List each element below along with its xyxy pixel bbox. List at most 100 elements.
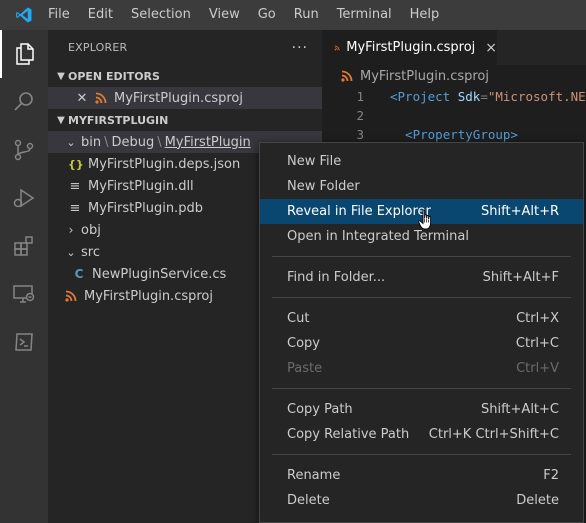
menu-item-label: Find in Folder... xyxy=(287,270,386,285)
breadcrumb-debug: Debug xyxy=(111,134,155,150)
sidebar-title: EXPLORER xyxy=(68,41,128,54)
file-label: MyFirstPlugin.deps.json xyxy=(88,156,241,172)
menu-item-shortcut: Ctrl+K Ctrl+Shift+C xyxy=(428,427,559,442)
menu-item-label: Rename xyxy=(287,468,341,483)
menu-separator xyxy=(272,297,571,298)
rss-icon xyxy=(95,92,107,104)
code-tag: <Project xyxy=(390,89,451,104)
menu-separator xyxy=(272,454,571,455)
breadcrumb-file: MyFirstPlugin.csproj xyxy=(360,68,489,84)
menu-item-shortcut: Shift+Alt+F xyxy=(482,270,559,285)
chevron-down-icon: ⌄ xyxy=(66,245,76,259)
chevron-down-icon: ⌄ xyxy=(66,135,76,149)
menu-bar: File Edit Selection View Go Run Terminal… xyxy=(48,0,448,30)
menu-item-shortcut: Delete xyxy=(516,493,559,508)
menu-item-find-in-folder[interactable]: Find in Folder... Shift+Alt+F xyxy=(260,265,583,290)
code-string: "Microsoft.NE xyxy=(487,89,586,104)
breadcrumb-separator: \ xyxy=(157,134,162,150)
csharp-icon: C xyxy=(74,267,84,281)
code-line: 2 xyxy=(322,106,586,125)
rss-icon xyxy=(65,290,77,302)
open-editors-header[interactable]: ▼ OPEN EDITORS xyxy=(48,65,322,87)
file-label: NewPluginService.cs xyxy=(92,266,227,282)
chevron-right-icon: › xyxy=(68,223,74,237)
json-icon: {} xyxy=(68,157,84,171)
open-editors-title: OPEN EDITORS xyxy=(68,69,160,83)
source-control-icon[interactable] xyxy=(0,126,48,174)
activity-bar xyxy=(0,30,48,523)
menu-item-shortcut: Ctrl+X xyxy=(516,311,559,326)
menu-item-label: New Folder xyxy=(287,179,360,194)
remote-explorer-icon[interactable] xyxy=(0,270,48,318)
close-icon[interactable]: × xyxy=(485,40,497,56)
file-lines-icon: ≡ xyxy=(69,178,81,194)
menu-item-label: Open in Integrated Terminal xyxy=(287,229,469,244)
menu-item-new-file[interactable]: New File xyxy=(260,149,583,174)
menu-item-cut[interactable]: Cut Ctrl+X xyxy=(260,306,583,331)
menu-item-copy-relative-path[interactable]: Copy Relative Path Ctrl+K Ctrl+Shift+C xyxy=(260,422,583,447)
menu-item-delete[interactable]: Delete Delete xyxy=(260,488,583,513)
context-menu: New File New Folder Reveal in File Explo… xyxy=(259,142,584,523)
explorer-icon[interactable] xyxy=(0,30,48,78)
open-editor-label: MyFirstPlugin.csproj xyxy=(114,90,243,106)
vscode-logo-icon xyxy=(0,0,48,30)
menu-selection[interactable]: Selection xyxy=(122,0,200,30)
sidebar-header: EXPLORER ··· xyxy=(48,30,322,65)
file-label: MyFirstPlugin.csproj xyxy=(84,288,213,304)
menu-item-new-folder[interactable]: New Folder xyxy=(260,174,583,199)
menu-edit[interactable]: Edit xyxy=(79,0,122,30)
project-header[interactable]: ▼ MYFIRSTPLUGIN xyxy=(48,109,322,131)
folder-label: obj xyxy=(81,222,101,238)
menu-item-label: Paste xyxy=(287,361,323,376)
file-label: MyFirstPlugin.pdb xyxy=(88,200,203,216)
title-bar: File Edit Selection View Go Run Terminal… xyxy=(0,0,586,30)
menu-help[interactable]: Help xyxy=(401,0,449,30)
menu-item-label: Copy Path xyxy=(287,402,353,417)
rss-icon xyxy=(341,70,353,82)
menu-item-copy-path[interactable]: Copy Path Shift+Alt+C xyxy=(260,397,583,422)
breadcrumb-separator: \ xyxy=(104,134,109,150)
menu-item-label: Cut xyxy=(287,311,310,326)
breadcrumb-myfirstplugin: MyFirstPlugin xyxy=(164,134,251,150)
menu-terminal[interactable]: Terminal xyxy=(328,0,401,30)
close-icon[interactable]: ✕ xyxy=(74,91,90,106)
rss-icon xyxy=(334,45,340,51)
code-attr: Sdk xyxy=(457,89,481,104)
menu-file[interactable]: File xyxy=(48,0,79,30)
code-line: 1 <Project Sdk="Microsoft.NE xyxy=(322,87,586,106)
menu-item-label: Copy Relative Path xyxy=(287,427,410,442)
extensions-icon[interactable] xyxy=(0,222,48,270)
file-label: MyFirstPlugin.dll xyxy=(88,178,194,194)
menu-separator xyxy=(272,388,571,389)
menu-go[interactable]: Go xyxy=(249,0,285,30)
hand-cursor-icon xyxy=(418,209,432,230)
menu-separator xyxy=(272,256,571,257)
menu-item-shortcut: Shift+Alt+R xyxy=(481,204,559,219)
menu-item-shortcut: Ctrl+V xyxy=(516,361,559,376)
chevron-down-icon: ▼ xyxy=(57,114,65,126)
project-title: MYFIRSTPLUGIN xyxy=(68,113,169,127)
menu-view[interactable]: View xyxy=(200,0,249,30)
menu-item-copy[interactable]: Copy Ctrl+C xyxy=(260,331,583,356)
line-number: 1 xyxy=(356,89,364,104)
tab-label: MyFirstPlugin.csproj xyxy=(346,40,476,55)
file-lines-icon: ≡ xyxy=(69,200,81,216)
folder-label: src xyxy=(81,244,100,260)
tab-myfirstplugin-csproj[interactable]: MyFirstPlugin.csproj × xyxy=(322,30,497,65)
code-punct: = xyxy=(480,89,488,104)
menu-item-shortcut: Ctrl+C xyxy=(515,336,559,351)
more-actions-icon[interactable]: ··· xyxy=(292,40,308,56)
menu-item-rename[interactable]: Rename F2 xyxy=(260,463,583,488)
run-debug-icon[interactable] xyxy=(0,174,48,222)
menu-item-paste: Paste Ctrl+V xyxy=(260,356,583,381)
chevron-down-icon: ▼ xyxy=(57,70,65,82)
menu-item-shortcut: Shift+Alt+C xyxy=(480,402,559,417)
line-number: 2 xyxy=(356,108,364,123)
search-icon[interactable] xyxy=(0,78,48,126)
terminal-icon[interactable] xyxy=(0,318,48,366)
open-editor-item[interactable]: ✕ MyFirstPlugin.csproj xyxy=(48,87,322,109)
menu-item-shortcut: F2 xyxy=(543,468,559,483)
menu-item-label: New File xyxy=(287,154,342,169)
menu-run[interactable]: Run xyxy=(285,0,328,30)
editor-breadcrumb[interactable]: MyFirstPlugin.csproj xyxy=(322,65,586,87)
